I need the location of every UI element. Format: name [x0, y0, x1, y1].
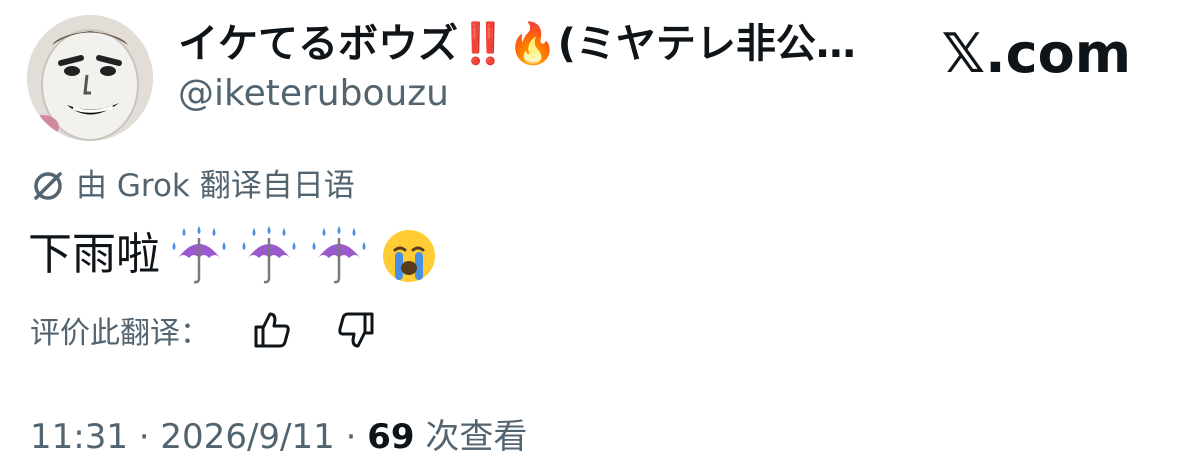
meta-separator: · — [127, 417, 161, 457]
translation-label: 由 Grok 翻译自日语 — [76, 168, 355, 204]
rate-translation: 评价此翻译： — [30, 306, 416, 354]
views-count: 69 — [367, 417, 415, 457]
thumbs-up-button[interactable] — [248, 306, 296, 354]
author-name-emoji: ‼️🔥 — [458, 21, 558, 67]
views-label: 次查看 — [414, 417, 528, 457]
avatar-image — [27, 15, 153, 141]
tweet-text-content: 下雨啦 — [28, 229, 160, 280]
author-name-tail: (ミヤテレ非公… — [557, 21, 856, 67]
tweet-text: 下雨啦 — [28, 220, 440, 290]
umbrella-rain-icon — [168, 224, 230, 286]
umbrella-rain-icon — [238, 224, 300, 286]
umbrella-rain-icon — [308, 224, 370, 286]
crying-face-icon — [378, 224, 440, 286]
thumbs-up-icon — [254, 312, 290, 348]
author-handle[interactable]: @iketerubouzu — [178, 70, 449, 118]
tweet-meta: 11:31 · 2026/9/11 · 69 次查看 — [30, 412, 527, 462]
meta-separator: · — [334, 417, 368, 457]
tweet-time[interactable]: 11:31 — [30, 417, 128, 457]
thumbs-down-button[interactable] — [332, 306, 380, 354]
slash-circle-icon — [34, 172, 62, 200]
x-logo: 𝕏.com — [941, 22, 1131, 85]
translation-notice: 由 Grok 翻译自日语 — [30, 164, 355, 208]
author-display-name[interactable]: イケてるボウズ‼️🔥(ミヤテレ非公… — [178, 18, 898, 70]
rate-translation-label: 评价此翻译： — [30, 316, 210, 351]
tweet-date[interactable]: 2026/9/11 — [160, 417, 334, 457]
thumbs-down-icon — [338, 312, 374, 348]
author-name-text: イケてるボウズ — [178, 21, 458, 67]
avatar[interactable] — [27, 15, 153, 141]
